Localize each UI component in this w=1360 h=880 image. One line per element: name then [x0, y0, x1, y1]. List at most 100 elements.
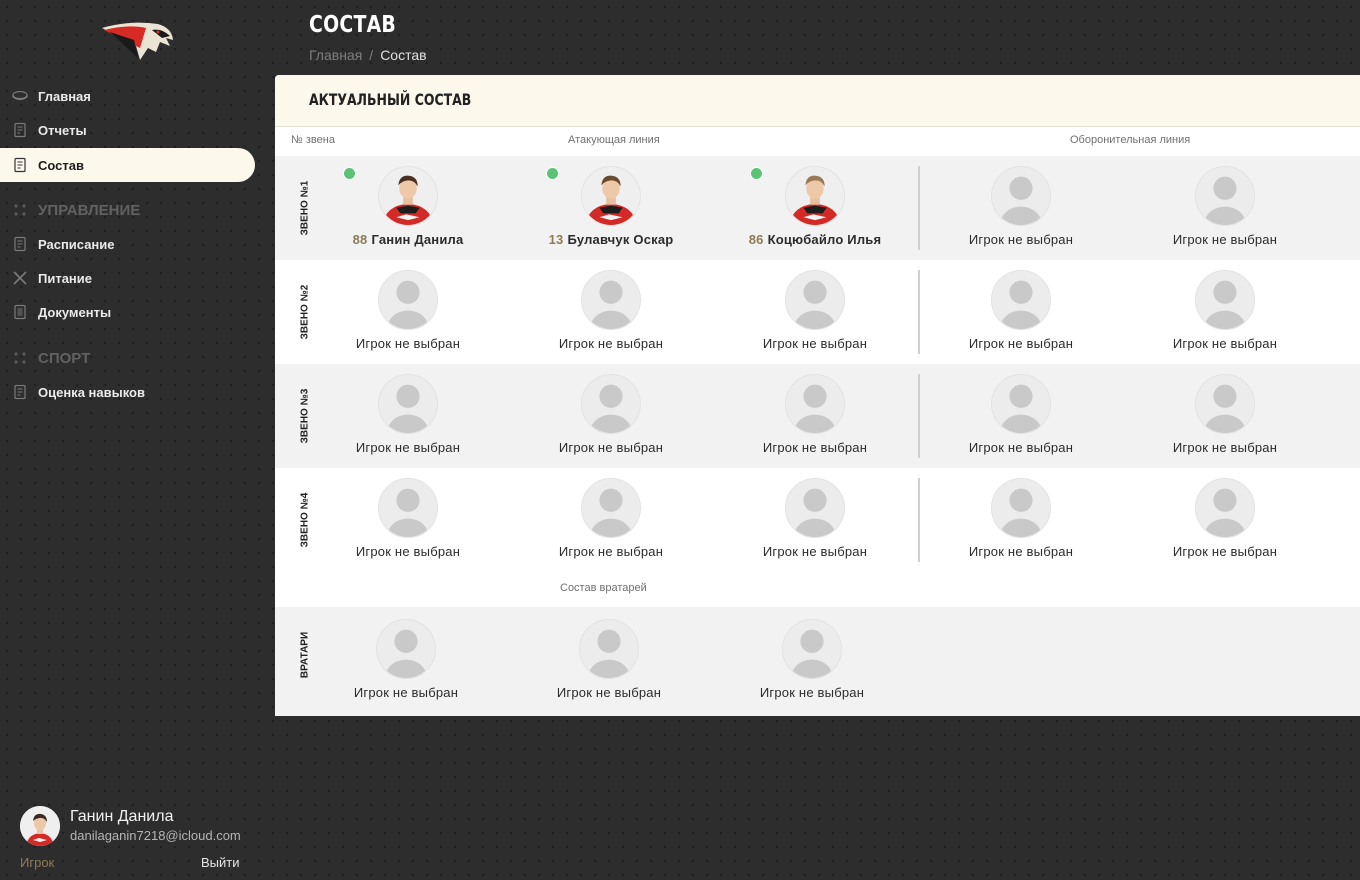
- player-placeholder-avatar[interactable]: [581, 478, 641, 538]
- sidebar-item-label: Документы: [38, 304, 112, 320]
- player-name: Ганин Данила: [371, 232, 464, 247]
- sidebar-item-management-0[interactable]: Расписание: [0, 227, 255, 261]
- player-slot-empty[interactable]: Игрок не выбран: [720, 468, 910, 572]
- line-row-label: ЗВЕНО №2: [299, 284, 311, 340]
- sidebar-item-label: Питание: [38, 270, 93, 286]
- user-role: Игрок: [20, 855, 55, 870]
- player-placeholder-avatar[interactable]: [376, 619, 436, 679]
- player-placeholder-avatar[interactable]: [1195, 478, 1255, 538]
- player-placeholder-avatar[interactable]: [785, 478, 845, 538]
- goalie-header-band: [275, 571, 1360, 607]
- player-slot-empty[interactable]: Игрок не выбран: [1130, 364, 1320, 468]
- player-number: 88: [352, 232, 368, 247]
- online-status-dot: [750, 167, 763, 180]
- player-slot-empty[interactable]: Игрок не выбран: [720, 364, 910, 468]
- player-slot-empty[interactable]: Игрок не выбран: [516, 364, 706, 468]
- sidebar-item-management-1[interactable]: Питание: [0, 261, 255, 295]
- puck-icon: [12, 88, 28, 104]
- report-icon: [12, 122, 28, 138]
- player-avatar[interactable]: [785, 166, 845, 226]
- sidebar-item-sport-0[interactable]: Оценка навыков: [0, 375, 255, 409]
- dots-icon: [12, 350, 28, 366]
- player-placeholder-avatar[interactable]: [581, 270, 641, 330]
- sidebar-item-main-1[interactable]: Отчеты: [0, 113, 255, 147]
- user-email: danilaganin7218@icloud.com: [70, 828, 241, 843]
- player-placeholder-avatar[interactable]: [782, 619, 842, 679]
- section-management-label: УПРАВЛЕНИЕ: [38, 201, 141, 219]
- breadcrumb-home-link[interactable]: Главная: [309, 47, 362, 63]
- online-status-dot: [343, 167, 356, 180]
- player-slot-empty[interactable]: Игрок не выбран: [926, 468, 1116, 572]
- player-number: 86: [748, 232, 764, 247]
- empty-slot-label: Игрок не выбран: [968, 336, 1074, 351]
- player-avatar[interactable]: [378, 166, 438, 226]
- section-management: УПРАВЛЕНИЕ: [12, 200, 140, 220]
- player-slot-empty[interactable]: Игрок не выбран: [926, 364, 1116, 468]
- empty-slot-label: Игрок не выбран: [556, 685, 662, 700]
- player-name: Коцюбайло Илья: [767, 232, 882, 247]
- player-slot[interactable]: 13 Булавчук Оскар: [516, 156, 706, 260]
- player-slot-empty[interactable]: Игрок не выбран: [926, 156, 1116, 260]
- player-placeholder-avatar[interactable]: [991, 166, 1051, 226]
- player-placeholder-avatar[interactable]: [1195, 270, 1255, 330]
- player-slot-empty[interactable]: Игрок не выбран: [313, 260, 503, 364]
- sidebar-item-management-2[interactable]: Документы: [0, 295, 255, 329]
- cutlery-icon: [12, 270, 28, 286]
- player-slot-empty[interactable]: Игрок не выбран: [1130, 156, 1320, 260]
- page-title: СОСТАВ: [309, 12, 397, 38]
- player-placeholder-avatar[interactable]: [378, 478, 438, 538]
- sidebar: Главная Отчеты Состав УПРАВЛЕНИЕ Расписание П…: [0, 0, 275, 880]
- sidebar-item-main-2[interactable]: Состав: [0, 148, 255, 182]
- hawk-logo-icon[interactable]: [100, 18, 175, 62]
- empty-slot-label: Игрок не выбран: [762, 440, 868, 455]
- line-divider: [918, 270, 920, 354]
- player-slot-empty[interactable]: Игрок не выбран: [311, 609, 501, 713]
- player-slot-empty[interactable]: Игрок не выбран: [313, 364, 503, 468]
- player-placeholder-avatar[interactable]: [785, 374, 845, 434]
- player-slot-empty[interactable]: Игрок не выбран: [926, 260, 1116, 364]
- skills-icon: [12, 384, 28, 400]
- goalie-section-header: Состав вратарей: [560, 582, 647, 594]
- player-slot[interactable]: 88 Ганин Данила: [313, 156, 503, 260]
- user-name: Ганин Данила: [70, 808, 174, 825]
- line-row-label: ЗВЕНО №4: [299, 492, 311, 548]
- player-slot[interactable]: 86 Коцюбайло Илья: [720, 156, 910, 260]
- player-name: Булавчук Оскар: [567, 232, 674, 247]
- player-name-label: 88 Ганин Данила: [313, 232, 503, 247]
- player-slot-empty[interactable]: Игрок не выбран: [1130, 260, 1320, 364]
- schedule-icon: [12, 236, 28, 252]
- player-slot-empty[interactable]: Игрок не выбран: [717, 609, 907, 713]
- line-row-label: ЗВЕНО №3: [299, 388, 311, 444]
- empty-slot-label: Игрок не выбран: [1172, 440, 1278, 455]
- player-slot-empty[interactable]: Игрок не выбран: [720, 260, 910, 364]
- player-slot-empty[interactable]: Игрок не выбран: [1130, 468, 1320, 572]
- player-placeholder-avatar[interactable]: [785, 270, 845, 330]
- player-placeholder-avatar[interactable]: [1195, 166, 1255, 226]
- player-placeholder-avatar[interactable]: [581, 374, 641, 434]
- player-slot-empty[interactable]: Игрок не выбран: [516, 468, 706, 572]
- user-avatar[interactable]: [20, 806, 60, 846]
- player-placeholder-avatar[interactable]: [991, 270, 1051, 330]
- player-placeholder-avatar[interactable]: [991, 374, 1051, 434]
- player-slot-empty[interactable]: Игрок не выбран: [313, 468, 503, 572]
- sidebar-item-label: Оценка навыков: [38, 384, 145, 400]
- player-avatar[interactable]: [581, 166, 641, 226]
- player-slot-empty[interactable]: Игрок не выбран: [514, 609, 704, 713]
- breadcrumb-current: Состав: [380, 47, 427, 63]
- empty-slot-label: Игрок не выбран: [355, 544, 461, 559]
- empty-slot-label: Игрок не выбран: [355, 440, 461, 455]
- player-name-label: 13 Булавчук Оскар: [516, 232, 706, 247]
- empty-slot-label: Игрок не выбран: [968, 232, 1074, 247]
- player-placeholder-avatar[interactable]: [579, 619, 639, 679]
- sidebar-item-main-0[interactable]: Главная: [0, 79, 255, 113]
- line-divider: [918, 478, 920, 562]
- player-name-label: 86 Коцюбайло Илья: [720, 232, 910, 247]
- player-placeholder-avatar[interactable]: [378, 270, 438, 330]
- player-placeholder-avatar[interactable]: [378, 374, 438, 434]
- sidebar-item-label: Главная: [38, 88, 91, 104]
- player-placeholder-avatar[interactable]: [991, 478, 1051, 538]
- player-slot-empty[interactable]: Игрок не выбран: [516, 260, 706, 364]
- card-title: АКТУАЛЬНЫЙ СОСТАВ: [309, 90, 472, 109]
- player-placeholder-avatar[interactable]: [1195, 374, 1255, 434]
- logout-button[interactable]: Выйти: [201, 855, 240, 870]
